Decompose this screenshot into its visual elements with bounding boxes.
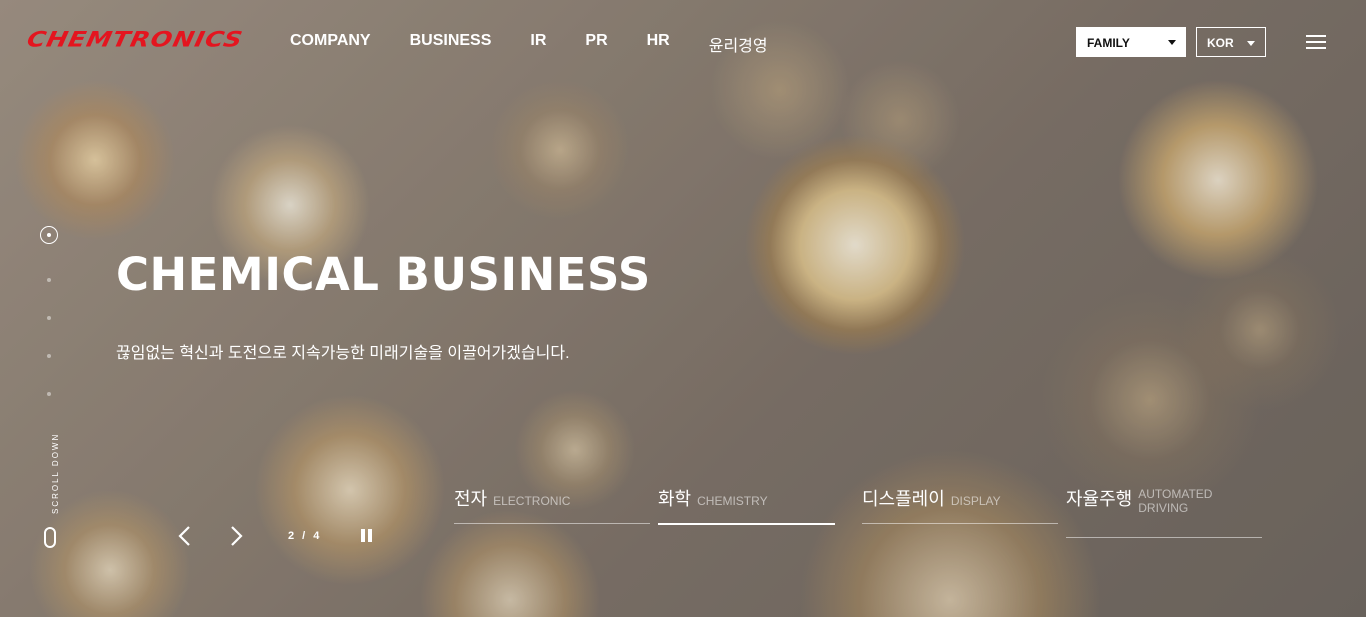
- tab-label-en: ELECTRONIC: [493, 494, 571, 508]
- slide-current: 2: [288, 530, 297, 542]
- tab-underline: [862, 523, 1058, 524]
- family-site-select[interactable]: FAMILY: [1076, 27, 1186, 57]
- nav-hr[interactable]: HR: [647, 32, 670, 56]
- section-dot[interactable]: [47, 316, 51, 320]
- tab-label-ko: 자율주행: [1066, 489, 1133, 509]
- section-dot-nav: [40, 226, 60, 396]
- nav-pr[interactable]: PR: [585, 32, 607, 56]
- next-slide-icon[interactable]: [228, 525, 244, 547]
- section-dot[interactable]: [47, 392, 51, 396]
- tab-label-en: AUTOMATED DRIVING: [1138, 487, 1213, 515]
- tab-automated-driving[interactable]: 자율주행 AUTOMATED DRIVING: [1066, 485, 1262, 538]
- pause-icon[interactable]: [361, 529, 373, 542]
- tab-label-ko: 전자: [454, 489, 488, 509]
- caret-down-icon: [1168, 40, 1176, 45]
- language-select[interactable]: KOR: [1196, 27, 1266, 57]
- language-select-label: KOR: [1207, 36, 1234, 50]
- hero-title: CHEMICAL BUSINESS: [116, 248, 651, 301]
- tab-electronic[interactable]: 전자 ELECTRONIC: [454, 485, 650, 524]
- nav-business[interactable]: BUSINESS: [410, 32, 492, 56]
- hamburger-menu-icon[interactable]: [1306, 35, 1326, 51]
- slide-total: 4: [313, 530, 322, 542]
- section-dot-active[interactable]: [40, 226, 58, 244]
- tab-label-ko: 화학: [658, 489, 692, 509]
- mouse-scroll-icon[interactable]: [44, 527, 56, 548]
- hero-subtitle: 끊임없는 혁신과 도전으로 지속가능한 미래기술을 이끌어가겠습니다.: [116, 345, 570, 362]
- slide-pager: 2 / 4: [285, 530, 324, 542]
- family-select-label: FAMILY: [1087, 36, 1130, 50]
- tab-chemistry[interactable]: 화학 CHEMISTRY: [658, 485, 854, 525]
- section-dot[interactable]: [47, 278, 51, 282]
- slide-separator: /: [302, 530, 308, 542]
- prev-slide-icon[interactable]: [177, 525, 193, 547]
- tab-underline: [658, 523, 835, 525]
- nav-ir[interactable]: IR: [530, 32, 546, 56]
- scroll-down-label: SCROLL DOWN: [51, 432, 60, 514]
- main-nav: COMPANY BUSINESS IR PR HR 윤리경영: [290, 32, 768, 56]
- tab-label-ko: 디스플레이: [862, 489, 945, 509]
- chemtronics-logo[interactable]: CHEMTRONICS: [25, 27, 246, 52]
- tab-label-en: DISPLAY: [950, 494, 1001, 508]
- nav-company[interactable]: COMPANY: [290, 32, 371, 56]
- caret-down-icon: [1247, 41, 1255, 46]
- tab-label-en: CHEMISTRY: [697, 494, 768, 508]
- tab-display[interactable]: 디스플레이 DISPLAY: [862, 485, 1058, 524]
- section-dot[interactable]: [47, 354, 51, 358]
- tab-underline: [454, 523, 650, 524]
- nav-ethics[interactable]: 윤리경영: [709, 32, 768, 56]
- tab-underline: [1066, 537, 1262, 538]
